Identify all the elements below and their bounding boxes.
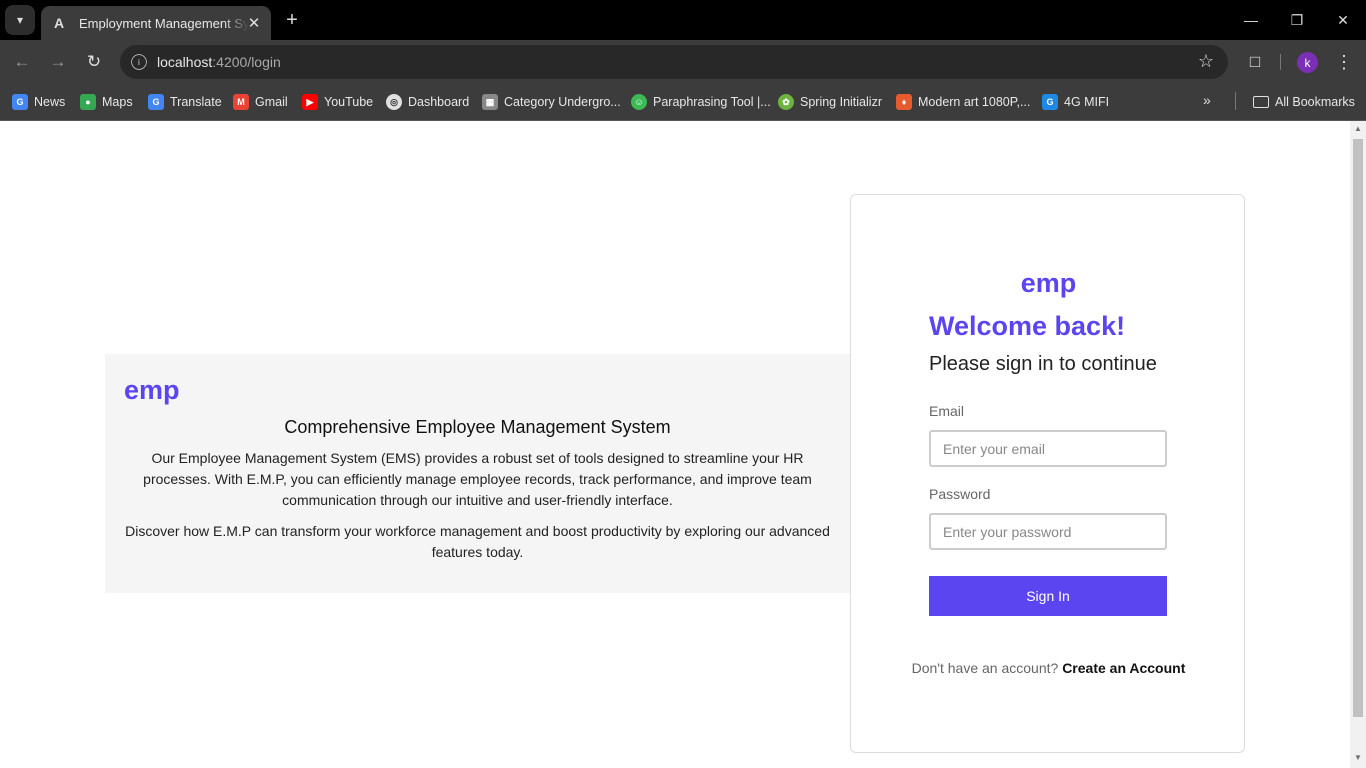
bookmark-label: Category Undergro... <box>504 95 621 109</box>
more-bookmarks-icon[interactable]: » <box>1203 92 1211 108</box>
bookmark-star-icon[interactable]: ☆ <box>1198 51 1214 72</box>
bookmark-label: News <box>34 95 66 109</box>
active-tab[interactable]: A Employment Management System ✕ <box>41 6 271 40</box>
info-title: Comprehensive Employee Management System <box>284 417 671 437</box>
scroll-thumb[interactable] <box>1353 139 1363 717</box>
menu-kebab-icon[interactable]: ⋮ <box>1333 47 1355 77</box>
signin-subtitle: Please sign in to continue <box>929 353 1157 375</box>
bookmark-dashboard[interactable]: ◎ Dashboard <box>386 92 469 112</box>
browser-chrome: ▾ A Employment Management System ✕ + — ❐… <box>0 0 1366 121</box>
bookmark-label: 4G MIFI <box>1064 95 1110 109</box>
all-bookmarks-label: All Bookmarks <box>1275 95 1355 109</box>
news-icon: G <box>12 94 28 110</box>
close-tab-icon[interactable]: ✕ <box>245 14 263 32</box>
bookmark-spring[interactable]: ✿ Spring Initializr <box>778 92 882 112</box>
bookmark-label: Paraphrasing Tool |... <box>653 95 771 109</box>
art-icon: ♦ <box>896 94 912 110</box>
back-icon[interactable]: ← <box>7 47 37 77</box>
bookmark-label: Modern art 1080P,... <box>918 95 1031 109</box>
create-account-link[interactable]: Create an Account <box>1062 660 1185 676</box>
extensions-icon[interactable]: □ <box>1243 47 1267 77</box>
bookmark-news[interactable]: G News <box>12 92 65 112</box>
password-label: Password <box>929 486 991 502</box>
translate-icon: G <box>148 94 164 110</box>
url-host: localhost <box>157 54 213 70</box>
globe-icon: ◎ <box>386 94 402 110</box>
category-icon: ▦ <box>482 94 498 110</box>
restore-icon[interactable]: ❐ <box>1274 0 1320 40</box>
tab-strip: ▾ A Employment Management System ✕ + — ❐… <box>0 0 1366 40</box>
bookmark-label: Dashboard <box>408 95 470 109</box>
welcome-heading: Welcome back! <box>929 311 1126 341</box>
angular-favicon-icon: A <box>53 15 65 31</box>
bookmarks-divider <box>1235 92 1236 110</box>
gmail-icon: M <box>233 94 249 110</box>
login-logo: emp <box>1020 268 1077 298</box>
bookmark-gmail[interactable]: M Gmail <box>233 92 288 112</box>
bookmark-mifi[interactable]: G 4G MIFI <box>1042 92 1109 112</box>
bookmark-label: Maps <box>102 95 133 109</box>
signup-prompt: Don't have an account? Create an Account <box>851 660 1246 676</box>
url-text[interactable]: localhost:4200/login <box>157 54 281 70</box>
reload-icon[interactable]: ↻ <box>79 47 109 77</box>
bookmark-paraphrasing[interactable]: ☺ Paraphrasing Tool |... <box>631 92 771 112</box>
bookmark-label: Spring Initializr <box>800 95 882 109</box>
bookmark-label: Gmail <box>255 95 288 109</box>
url-path: :4200/login <box>212 54 281 70</box>
email-field[interactable] <box>929 430 1167 467</box>
address-bar[interactable]: i localhost:4200/login ☆ <box>120 45 1228 79</box>
bookmark-art[interactable]: ♦ Modern art 1080P,... <box>896 92 1030 112</box>
email-label: Email <box>929 403 965 419</box>
scroll-down-icon[interactable]: ▼ <box>1353 753 1363 763</box>
minimize-icon[interactable]: — <box>1228 0 1274 40</box>
new-tab-icon[interactable]: + <box>281 8 303 32</box>
scroll-up-icon[interactable]: ▲ <box>1353 124 1363 134</box>
info-logo: emp <box>124 375 180 405</box>
tab-title: Employment Management System <box>79 15 249 31</box>
bookmark-label: Translate <box>170 95 222 109</box>
bookmarks-bar: G News ● Maps G Translate M Gmail ▶ YouTube ◎… <box>0 84 1366 121</box>
mifi-icon: G <box>1042 94 1058 110</box>
youtube-icon: ▶ <box>302 94 318 110</box>
bookmark-maps[interactable]: ● Maps <box>80 92 133 112</box>
tab-search-icon[interactable]: ▾ <box>5 5 35 35</box>
bookmark-translate[interactable]: G Translate <box>148 92 222 112</box>
bookmark-label: YouTube <box>324 95 374 109</box>
maps-icon: ● <box>80 94 96 110</box>
all-bookmarks[interactable]: All Bookmarks <box>1253 92 1355 112</box>
close-window-icon[interactable]: ✕ <box>1320 0 1366 40</box>
forward-icon[interactable]: → <box>43 47 73 77</box>
profile-avatar[interactable]: k <box>1297 52 1318 73</box>
page-scrollbar[interactable]: ▲ ▼ <box>1350 121 1366 768</box>
bookmark-youtube[interactable]: ▶ YouTube <box>302 92 373 112</box>
spring-icon: ✿ <box>778 94 794 110</box>
info-paragraph-2: Discover how E.M.P can transform your wo… <box>125 523 830 560</box>
password-field[interactable] <box>929 513 1167 550</box>
page-content: emp Comprehensive Employee Management Sy… <box>0 121 1350 768</box>
paraphrasing-icon: ☺ <box>631 94 647 110</box>
info-paragraph-1: Our Employee Management System (EMS) pro… <box>143 450 812 508</box>
info-panel: emp Comprehensive Employee Management Sy… <box>105 354 850 593</box>
signup-prompt-text: Don't have an account? <box>911 660 1059 676</box>
login-card: emp Welcome back! Please sign in to cont… <box>850 194 1245 753</box>
bookmark-category[interactable]: ▦ Category Undergro... <box>482 92 621 112</box>
folder-icon <box>1253 96 1269 108</box>
browser-toolbar: ← → ↻ i localhost:4200/login ☆ □ k ⋮ <box>0 40 1366 84</box>
site-info-icon[interactable]: i <box>131 54 147 70</box>
sign-in-button[interactable]: Sign In <box>929 576 1167 616</box>
toolbar-divider <box>1280 54 1281 70</box>
